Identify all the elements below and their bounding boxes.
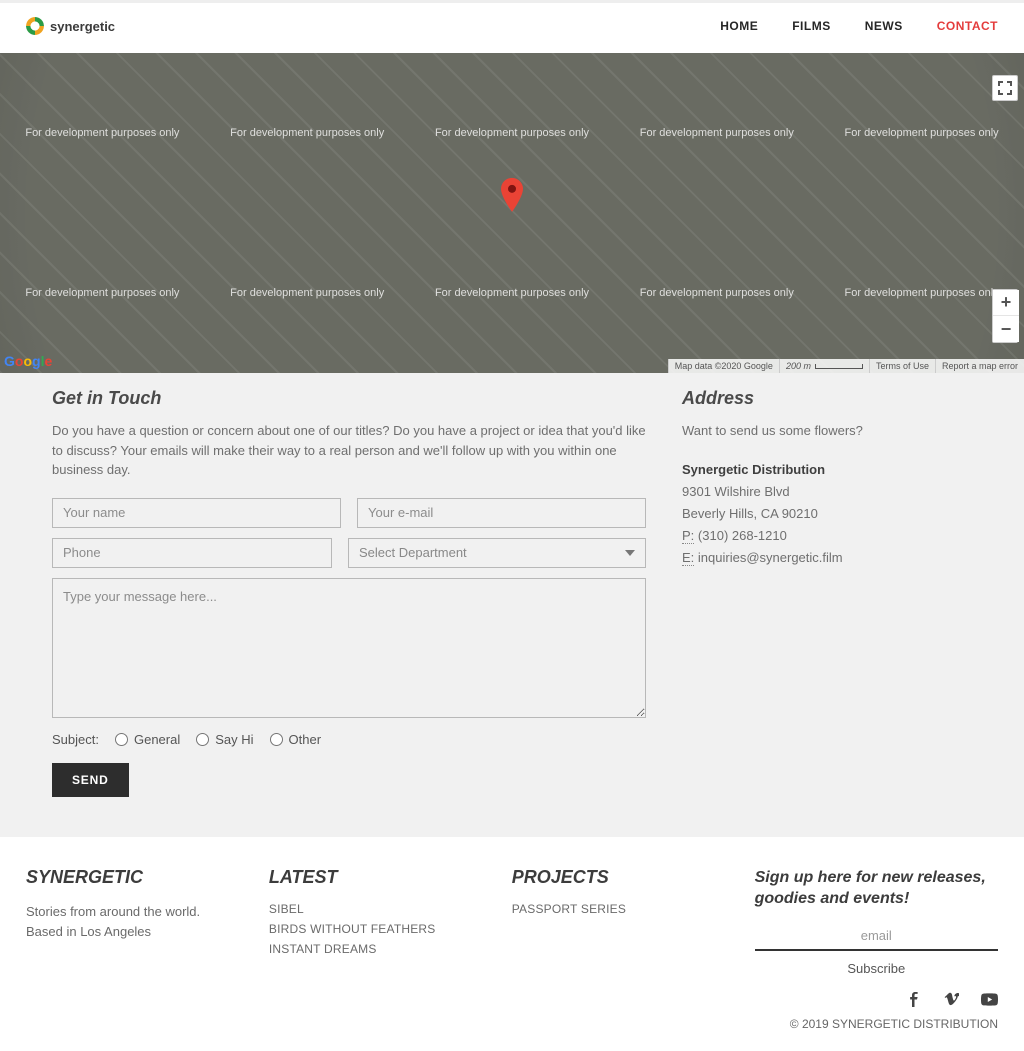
subject-row: Subject: General Say Hi Other (52, 732, 646, 747)
vimeo-icon[interactable] (944, 992, 959, 1011)
map-zoom-control: + − (992, 289, 1018, 343)
nav-contact[interactable]: CONTACT (937, 19, 998, 33)
site-footer: SYNERGETIC Stories from around the world… (0, 837, 1024, 1051)
address-street: 9301 Wilshire Blvd (682, 481, 972, 503)
footer-latest: LATEST SIBEL BIRDS WITHOUT FEATHERS INST… (269, 867, 472, 962)
main-nav: HOME FILMS NEWS CONTACT (720, 19, 998, 33)
site-header: synergetic HOME FILMS NEWS CONTACT (0, 0, 1024, 53)
map-report-link[interactable]: Report a map error (942, 361, 1018, 371)
project-link[interactable]: PASSPORT SERIES (512, 902, 715, 916)
nav-films[interactable]: FILMS (792, 19, 831, 33)
contact-intro: Do you have a question or concern about … (52, 421, 646, 480)
address-col: Address Want to send us some flowers? Sy… (682, 388, 972, 797)
footer-projects: PROJECTS PASSPORT SERIES (512, 867, 715, 922)
logo-icon (26, 17, 44, 35)
logo-text: synergetic (50, 19, 115, 34)
google-logo: Google (4, 353, 52, 369)
nav-news[interactable]: NEWS (865, 19, 903, 33)
youtube-icon[interactable] (981, 992, 998, 1011)
map-scale: 200 m (779, 359, 869, 373)
latest-link[interactable]: SIBEL (269, 902, 472, 916)
subject-sayhi[interactable]: Say Hi (196, 732, 253, 747)
message-input[interactable] (52, 578, 646, 718)
phone-input[interactable] (52, 538, 332, 568)
address-lead: Want to send us some flowers? (682, 421, 972, 441)
logo[interactable]: synergetic (26, 17, 115, 35)
phone-abbr: P: (682, 528, 694, 544)
address-title: Address (682, 388, 972, 409)
map[interactable]: For development purposes only For develo… (0, 53, 1024, 373)
map-terms-link[interactable]: Terms of Use (876, 361, 929, 371)
map-attribution: Map data ©2020 Google 200 m Terms of Use… (668, 359, 1024, 373)
copyright: © 2019 SYNERGETIC DISTRIBUTION (755, 1017, 998, 1031)
subject-other[interactable]: Other (270, 732, 322, 747)
footer-signup: Sign up here for new releases, goodies a… (755, 867, 998, 1031)
send-button[interactable]: SEND (52, 763, 129, 797)
nav-home[interactable]: HOME (720, 19, 758, 33)
footer-email-input[interactable] (755, 922, 998, 951)
email-input[interactable] (357, 498, 646, 528)
address-company: Synergetic Distribution (682, 459, 972, 481)
map-zoom-in-button[interactable]: + (993, 290, 1019, 316)
latest-link[interactable]: BIRDS WITHOUT FEATHERS (269, 922, 472, 936)
subject-label: Subject: (52, 732, 99, 747)
facebook-icon[interactable] (907, 992, 922, 1011)
address-email: E: inquiries@synergetic.film (682, 547, 972, 569)
subject-general[interactable]: General (115, 732, 180, 747)
contact-title: Get in Touch (52, 388, 646, 409)
address-city: Beverly Hills, CA 90210 (682, 503, 972, 525)
address-block: Synergetic Distribution 9301 Wilshire Bl… (682, 459, 972, 569)
contact-form: Get in Touch Do you have a question or c… (52, 388, 646, 797)
department-select[interactable]: Select Department (348, 538, 646, 568)
address-phone: P: (310) 268-1210 (682, 525, 972, 547)
fullscreen-icon (998, 81, 1012, 95)
name-input[interactable] (52, 498, 341, 528)
contact-section: Get in Touch Do you have a question or c… (0, 373, 1024, 837)
email-abbr: E: (682, 550, 694, 566)
map-zoom-out-button[interactable]: − (993, 316, 1019, 342)
social-links (755, 992, 998, 1011)
map-pin-icon (501, 178, 523, 215)
footer-about: SYNERGETIC Stories from around the world… (26, 867, 229, 944)
map-data-source: Map data ©2020 Google (668, 359, 779, 373)
map-fullscreen-button[interactable] (992, 75, 1018, 101)
subscribe-button[interactable]: Subscribe (847, 961, 905, 976)
latest-link[interactable]: INSTANT DREAMS (269, 942, 472, 956)
